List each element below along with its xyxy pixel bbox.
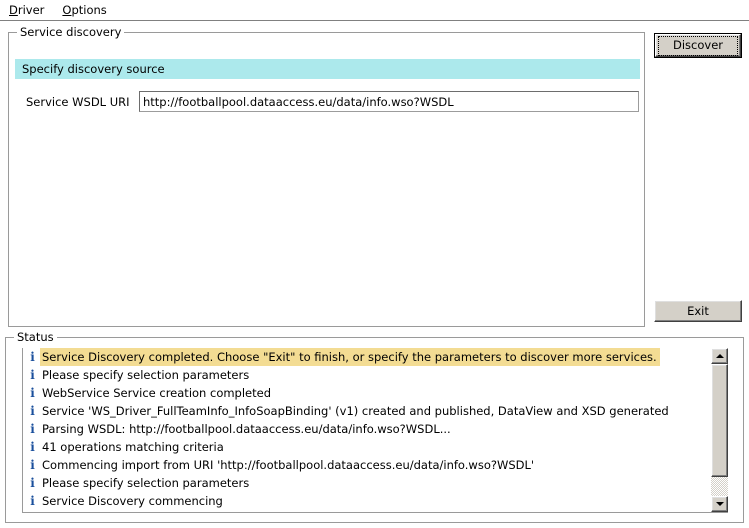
status-list-container: i Service Discovery completed. Choose "Ex… [22,348,728,512]
status-row[interactable]: i 41 operations matching criteria [23,438,711,456]
discover-button[interactable]: Discover [654,33,742,58]
chevron-up-icon [715,354,724,358]
service-wsdl-uri-input[interactable] [139,91,639,112]
service-wsdl-uri-row: Service WSDL URI [15,91,640,115]
menu-driver[interactable]: Driver [0,1,53,19]
info-icon: i [30,458,35,472]
status-scrollbar-thumb[interactable] [711,364,728,477]
info-icon: i [30,422,35,436]
status-row-message: WebService Service creation completed [42,386,272,400]
service-discovery-group-title: Service discovery [17,26,125,38]
status-row-message: Service Discovery completed. Choose "Exi… [40,348,660,366]
menu-bar: Driver Options [0,0,749,21]
status-scrollbar-down-button[interactable] [711,496,728,512]
exit-button-label: Exit [687,304,709,318]
status-row[interactable]: i WebService Service creation completed [23,384,711,402]
menu-options-rest: ptions [71,3,107,17]
status-row[interactable]: i Commencing import from URI 'http://foot… [23,456,711,474]
status-scrollbar[interactable] [711,348,728,512]
status-row-message: Service 'WS_Driver_FullTeamInfo_InfoSoap… [42,404,669,418]
info-icon: i [30,368,35,382]
service-wsdl-uri-label: Service WSDL URI [26,95,130,109]
status-scrollbar-up-button[interactable] [711,348,728,364]
status-list-bottom-divider [22,512,728,513]
info-icon: i [30,476,35,490]
chevron-down-icon [715,502,724,506]
status-row[interactable]: i Service Discovery completed. Choose "Ex… [23,348,711,366]
status-row[interactable]: i Service 'WS_Driver_FullTeamInfo_InfoSoa… [23,402,711,420]
menu-options[interactable]: Options [53,1,115,19]
specify-discovery-source-header: Specify discovery source [15,59,640,79]
info-icon: i [30,494,35,508]
status-row[interactable]: i Parsing WSDL: http://footballpool.dataa… [23,420,711,438]
status-row-message: Commencing import from URI 'http://footb… [42,458,535,472]
status-row-message: Parsing WSDL: http://footballpool.dataac… [42,422,451,436]
status-row[interactable]: i Service Discovery commencing [23,492,711,510]
status-group-title: Status [14,331,57,343]
status-row-message: Please specify selection parameters [42,368,250,382]
exit-button[interactable]: Exit [654,300,742,322]
info-icon: i [30,350,35,364]
specify-discovery-source-label: Specify discovery source [22,62,165,76]
status-row-message: Service Discovery commencing [42,494,223,508]
info-icon: i [30,386,35,400]
service-discovery-groupbox: Service discovery Specify discovery sour… [8,26,645,327]
status-row[interactable]: i Please specify selection parameters [23,474,711,492]
status-row[interactable]: i Please specify selection parameters [23,366,711,384]
status-list[interactable]: i Service Discovery completed. Choose "Ex… [23,348,711,512]
window-left-edge [0,21,2,528]
info-icon: i [30,440,35,454]
menu-driver-rest: river [17,3,45,17]
discover-button-inner: Discover [655,34,741,57]
status-row-message: 41 operations matching criteria [42,440,224,454]
discover-button-label: Discover [657,35,738,56]
info-icon: i [30,404,35,418]
status-row-message: Please specify selection parameters [42,476,250,490]
menu-driver-accel: D [9,3,18,17]
